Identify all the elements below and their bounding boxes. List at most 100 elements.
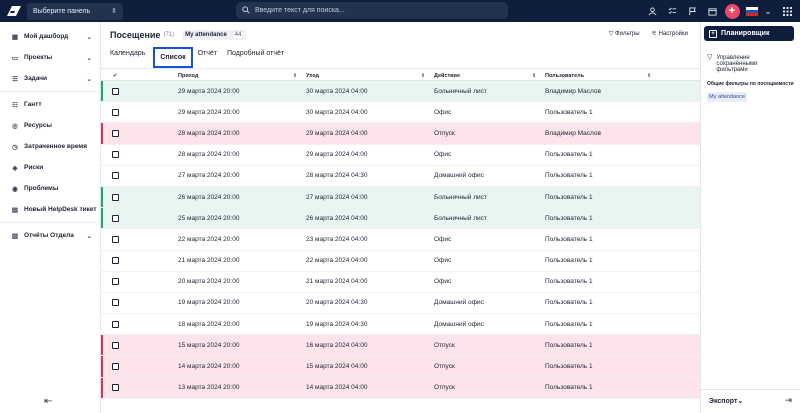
- checklist-icon[interactable]: [662, 0, 682, 22]
- cell-user: Владимир Маслов: [545, 87, 601, 95]
- table-row[interactable]: 18 марта 2024 20:00 19 марта 2024 04:30 До…: [101, 314, 700, 336]
- sort-icon[interactable]: ⇕: [647, 73, 651, 79]
- sidebar-item[interactable]: ◷ Затраченное время: [0, 136, 100, 157]
- saved-filters-link[interactable]: ▽ Управление сохранёнными фильтрами: [701, 54, 800, 73]
- collapse-sidebar-icon[interactable]: ⇤: [44, 396, 52, 407]
- table-row[interactable]: 22 марта 2024 20:00 23 марта 2024 04:00 Оф…: [101, 229, 700, 251]
- apps-grid-icon[interactable]: [774, 0, 800, 22]
- filter-badge[interactable]: My attendance: [707, 92, 748, 102]
- col-header-action[interactable]: Действие: [434, 73, 460, 79]
- collapse-panel-icon[interactable]: ⇥: [784, 395, 792, 406]
- tab-2[interactable]: Отчёт: [198, 47, 221, 68]
- user-icon[interactable]: [642, 0, 662, 22]
- export-button[interactable]: Экспорт⌄: [709, 397, 743, 405]
- cell-in: 13 марта 2024 20:00: [178, 384, 240, 392]
- sort-icon[interactable]: ⇕: [293, 73, 297, 79]
- filters-button[interactable]: ▽ Фильтры: [609, 30, 640, 37]
- row-checkbox[interactable]: [111, 108, 119, 116]
- row-checkbox[interactable]: [111, 278, 119, 286]
- table-row[interactable]: 19 марта 2024 20:00 20 марта 2024 04:30 До…: [101, 293, 700, 315]
- tab-1[interactable]: Список: [153, 47, 193, 68]
- cell-user: Пользователь 1: [545, 151, 593, 159]
- row-checkbox[interactable]: [111, 87, 119, 95]
- sidebar-item[interactable]: ▥ Отчёты Отдела ⌄: [0, 225, 100, 246]
- language-flag-icon[interactable]: [742, 0, 762, 22]
- plus-icon: +: [724, 3, 740, 19]
- folder-icon: ▭: [11, 54, 19, 62]
- row-checkbox[interactable]: [111, 363, 119, 371]
- cell-out: 26 марта 2024 04:00: [306, 214, 368, 222]
- problem-icon: ◉: [12, 185, 18, 193]
- row-checkbox[interactable]: [111, 214, 119, 222]
- row-status-accent: [101, 81, 103, 102]
- table-row[interactable]: 27 марта 2024 20:00 28 марта 2024 04:30 До…: [101, 166, 700, 187]
- sort-icon[interactable]: ⇕: [532, 73, 536, 79]
- search-input[interactable]: [255, 7, 495, 14]
- cell-in: 29 марта 2024 20:00: [178, 108, 240, 116]
- row-checkbox[interactable]: [111, 384, 119, 392]
- checkbox-cell: [101, 363, 129, 371]
- sidebar-item[interactable]: ☰ Задачи ⌄: [0, 68, 100, 89]
- table-row[interactable]: 14 марта 2024 20:00 15 марта 2024 04:00 От…: [101, 356, 700, 378]
- dashboard-icon: ▦: [11, 33, 19, 41]
- row-checkbox[interactable]: [111, 299, 119, 307]
- settings-button[interactable]: ⚟ Настройки: [652, 30, 688, 37]
- select-all-check-icon[interactable]: ✓: [101, 73, 129, 79]
- panel-select[interactable]: Выберите панель ⇳: [27, 2, 123, 20]
- table-row[interactable]: 28 марта 2024 20:00 29 марта 2024 04:00 Оф…: [101, 145, 700, 166]
- attendance-tag[interactable]: My attendance 44: [182, 30, 247, 40]
- row-checkbox[interactable]: [111, 320, 119, 328]
- tab-3[interactable]: Подробный отчёт: [227, 47, 288, 68]
- cell-action: Офис: [434, 257, 452, 265]
- sidebar-item[interactable]: ☷ Гантт: [0, 94, 100, 115]
- sidebar-item-label: Затраченное время: [24, 143, 88, 150]
- col-header-out[interactable]: Уход: [306, 73, 319, 79]
- col-header-in[interactable]: Приход: [178, 73, 198, 79]
- planner-icon: +: [709, 29, 717, 38]
- sidebar-item[interactable]: ◎ Ресурсы: [0, 115, 100, 136]
- sort-icon[interactable]: ⇕: [421, 73, 425, 79]
- sidebar-item[interactable]: ▭ Проекты ⌄: [0, 47, 100, 68]
- row-checkbox[interactable]: [111, 341, 119, 349]
- calendar-icon[interactable]: [702, 0, 722, 22]
- table-row[interactable]: 13 марта 2024 20:00 14 марта 2024 04:00 От…: [101, 377, 700, 399]
- table-row[interactable]: 28 марта 2024 20:00 29 марта 2024 04:00 От…: [101, 123, 700, 145]
- table-row[interactable]: 29 марта 2024 20:00 30 марта 2024 04:00 Бо…: [101, 81, 700, 103]
- cell-user: Пользователь 1: [545, 341, 593, 349]
- row-checkbox[interactable]: [111, 151, 119, 159]
- cell-in: 14 марта 2024 20:00: [178, 363, 240, 371]
- col-header-user[interactable]: Пользователь: [545, 73, 584, 79]
- add-button[interactable]: +: [722, 0, 742, 22]
- app-logo[interactable]: [5, 4, 22, 18]
- cell-out: 28 марта 2024 04:30: [306, 172, 368, 180]
- table-row[interactable]: 26 марта 2024 20:00 27 марта 2024 04:00 Бо…: [101, 186, 700, 209]
- view-tabs: Календарь Список Отчёт Подробный отчёт: [101, 47, 700, 69]
- cell-user: Пользователь 1: [545, 278, 593, 286]
- sidebar-item[interactable]: ▤ Новый HelpDesk тикет: [0, 199, 100, 220]
- row-checkbox[interactable]: [111, 129, 119, 137]
- sidebar: ▦ Мой дашборд ⌄ ▭ Проекты ⌄ ☰ Задачи ⌄ ☷ Гантт ◎ Рес…: [0, 22, 101, 413]
- sidebar-item[interactable]: ◉ Проблемы: [0, 178, 100, 199]
- row-checkbox[interactable]: [111, 235, 119, 243]
- tab-0[interactable]: Календарь: [110, 47, 149, 68]
- chevron-down-icon: ⌄: [86, 75, 92, 83]
- sidebar-item-label: Проекты: [24, 54, 53, 61]
- checkbox-cell: [101, 172, 129, 180]
- planner-button[interactable]: + Планировщик: [704, 26, 794, 41]
- cell-out: 30 марта 2024 04:00: [306, 87, 368, 95]
- row-checkbox[interactable]: [111, 193, 119, 201]
- chevron-down-icon[interactable]: ⌄: [762, 0, 774, 22]
- row-checkbox[interactable]: [111, 257, 119, 265]
- table-row[interactable]: 20 марта 2024 20:00 21 марта 2024 04:00 Оф…: [101, 272, 700, 293]
- table-row[interactable]: 29 марта 2024 20:00 30 марта 2024 04:00 Оф…: [101, 102, 700, 124]
- table-row[interactable]: 15 марта 2024 20:00 16 марта 2024 04:00 От…: [101, 335, 700, 357]
- cell-in: 20 марта 2024 20:00: [178, 278, 240, 286]
- global-search[interactable]: [236, 2, 508, 19]
- table-row[interactable]: 21 марта 2024 20:00 22 марта 2024 04:00 Оф…: [101, 251, 700, 272]
- checkbox-cell: [101, 384, 129, 392]
- row-checkbox[interactable]: [111, 172, 119, 180]
- sidebar-item[interactable]: ▦ Мой дашборд ⌄: [0, 26, 100, 47]
- table-row[interactable]: 25 марта 2024 20:00 26 марта 2024 04:00 Бо…: [101, 208, 700, 230]
- flag-icon[interactable]: [682, 0, 702, 22]
- sidebar-item[interactable]: ◈ Риски: [0, 157, 100, 178]
